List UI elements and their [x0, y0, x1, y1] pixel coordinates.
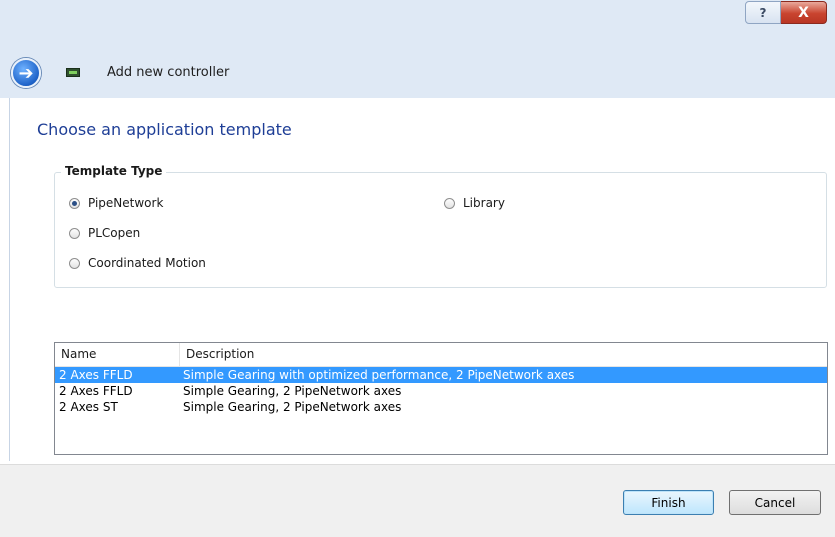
template-description: Simple Gearing, 2 PipeNetwork axes — [183, 400, 402, 414]
back-arrow-icon: ➔ — [18, 62, 34, 84]
wizard-footer: Finish Cancel — [0, 464, 835, 537]
table-row[interactable]: 2 Axes FFLD Simple Gearing, 2 PipeNetwor… — [55, 383, 827, 399]
template-type-label: Template Type — [61, 164, 167, 178]
radio-label: Coordinated Motion — [88, 256, 206, 270]
table-row[interactable]: 2 Axes ST Simple Gearing, 2 PipeNetwork … — [55, 399, 827, 415]
radio-checked-icon — [69, 197, 80, 209]
wizard-header: ➔ Add new controller — [0, 48, 835, 98]
page-heading: Choose an application template — [37, 120, 292, 139]
template-type-group: Template Type PipeNetwork PLCopen Coordi… — [54, 164, 827, 288]
radio-label: Library — [463, 196, 505, 210]
radio-library[interactable]: Library — [444, 196, 505, 210]
table-row[interactable]: 2 Axes FFLD Simple Gearing with optimize… — [55, 367, 827, 383]
template-description: Simple Gearing with optimized performanc… — [183, 368, 575, 382]
back-button[interactable]: ➔ — [11, 58, 41, 88]
radio-plcopen[interactable]: PLCopen — [69, 226, 140, 240]
template-name: 2 Axes FFLD — [59, 368, 133, 382]
radio-pipenetwork[interactable]: PipeNetwork — [69, 196, 163, 210]
templates-list[interactable]: Name Description 2 Axes FFLD Simple Gear… — [54, 342, 828, 455]
template-name: 2 Axes ST — [59, 400, 118, 414]
radio-unchecked-icon — [444, 197, 455, 209]
finish-button[interactable]: Finish — [623, 490, 714, 515]
radio-label: PipeNetwork — [88, 196, 164, 210]
close-button[interactable]: X — [781, 1, 827, 24]
radio-label: PLCopen — [88, 226, 141, 240]
radio-unchecked-icon — [69, 227, 80, 239]
column-header-name[interactable]: Name — [55, 343, 180, 366]
wizard-content: Choose an application template Template … — [9, 98, 834, 461]
wizard-title: Add new controller — [107, 65, 230, 80]
column-header-description[interactable]: Description — [180, 343, 827, 366]
template-name: 2 Axes FFLD — [59, 384, 133, 398]
list-header: Name Description — [55, 343, 827, 367]
help-button[interactable]: ? — [745, 1, 781, 24]
caption-buttons: ? X — [745, 1, 827, 24]
controller-icon — [66, 68, 80, 77]
cancel-button[interactable]: Cancel — [729, 490, 821, 515]
template-description: Simple Gearing, 2 PipeNetwork axes — [183, 384, 402, 398]
radio-unchecked-icon — [69, 257, 80, 269]
radio-coordinated-motion[interactable]: Coordinated Motion — [69, 256, 206, 270]
